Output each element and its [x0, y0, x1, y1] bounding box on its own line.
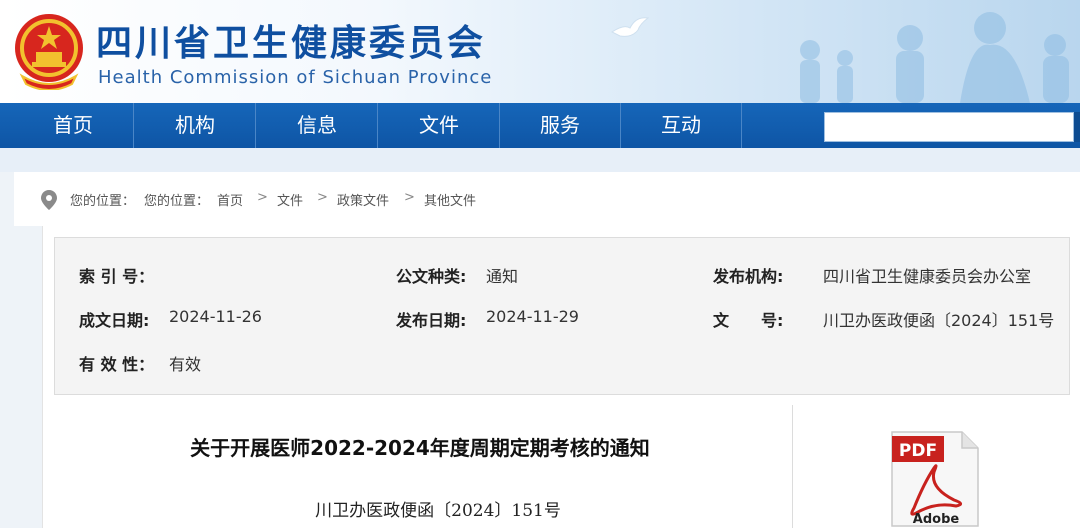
site-title-english: Health Commission of Sichuan Province — [98, 67, 493, 88]
dove-icon — [611, 17, 650, 37]
national-emblem-icon — [15, 14, 83, 90]
breadcrumb-item-other[interactable]: 其他文件 — [424, 190, 476, 209]
index-number-label: 索 引 号： — [79, 267, 155, 286]
document-title: 关于开展医师2022-2024年度周期定期考核的通知 — [190, 436, 650, 460]
header-bottom-band — [0, 148, 1080, 172]
site-title-chinese: 四川省卫生健康委员会 — [96, 23, 487, 64]
breadcrumb-separator: > — [404, 190, 415, 205]
adobe-label: Adobe — [913, 512, 960, 527]
document-number: 川卫办医政便函〔2024〕151号 — [315, 501, 561, 521]
nav-item-home[interactable]: 首页 — [13, 103, 134, 148]
nav-item-organization[interactable]: 机构 — [135, 103, 256, 148]
main-navigation: 首页 机构 信息 文件 服务 互动 — [0, 103, 1080, 148]
doc-type-label: 公文种类: — [396, 267, 467, 286]
breadcrumb-item-documents[interactable]: 文件 — [277, 190, 303, 209]
nav-item-information[interactable]: 信息 — [257, 103, 378, 148]
breadcrumb-label: 您的位置： — [70, 194, 136, 209]
location-pin-icon — [41, 190, 57, 210]
created-date-value: 2024-11-26 — [169, 307, 262, 326]
search-button[interactable] — [1074, 112, 1080, 142]
breadcrumb-separator: > — [317, 190, 328, 205]
published-date-label: 发布日期: — [396, 311, 467, 330]
nav-item-documents[interactable]: 文件 — [379, 103, 500, 148]
validity-label: 有 效 性： — [79, 355, 155, 374]
published-date-value: 2024-11-29 — [486, 307, 579, 326]
doc-type-value: 通知 — [486, 267, 519, 286]
breadcrumb-separator: > — [257, 190, 268, 205]
created-date-label: 成文日期: — [79, 311, 150, 330]
validity-value: 有效 — [169, 355, 202, 374]
document-number-label: 文 号: — [713, 311, 784, 330]
header-banner: 四川省卫生健康委员会 Health Commission of Sichuan … — [0, 0, 1080, 103]
family-silhouette-graphic — [800, 12, 1069, 103]
document-number-value: 川卫办医政便函〔2024〕151号 — [823, 311, 1055, 330]
issuer-value: 四川省卫生健康委员会办公室 — [823, 267, 1032, 286]
breadcrumb: 您的位置： 您的位置： 首页 > 文件 > 政策文件 > 其他文件 — [14, 172, 1080, 226]
document-metadata-table: 索 引 号： 公文种类: 通知 发布机构: 四川省卫生健康委员会办公室 成文日期… — [54, 237, 1070, 395]
search-input[interactable] — [824, 112, 1074, 142]
pdf-label: PDF — [899, 441, 937, 461]
pdf-download-icon[interactable]: PDF Adobe — [884, 428, 984, 528]
issuer-label: 发布机构: — [713, 267, 784, 286]
breadcrumb-item-home[interactable]: 首页 — [217, 190, 243, 209]
nav-item-interaction[interactable]: 互动 — [621, 103, 742, 148]
nav-item-services[interactable]: 服务 — [500, 103, 621, 148]
breadcrumb-label-secondary: 您的位置： — [144, 194, 210, 209]
breadcrumb-item-policy[interactable]: 政策文件 — [337, 190, 389, 209]
